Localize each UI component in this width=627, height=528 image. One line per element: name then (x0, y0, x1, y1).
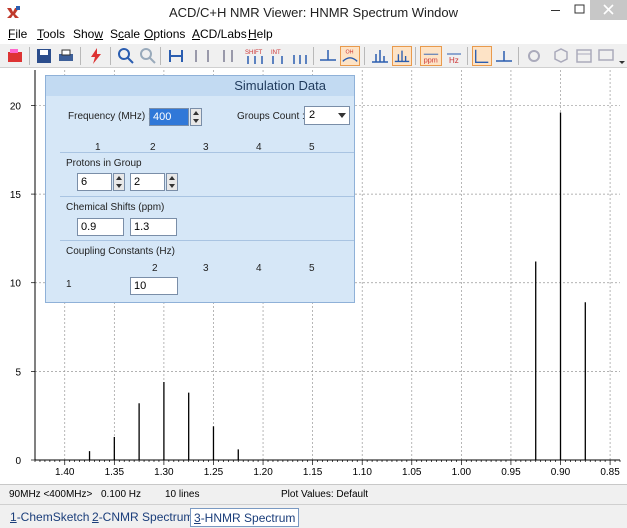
menu-scale[interactable]: Scale (110, 27, 140, 41)
title-bar: ACD/C+H NMR Viewer: HNMR Spectrum Window (0, 0, 627, 26)
frequency-label: Frequency (MHz) : (68, 111, 151, 122)
x-tick-label: 1.20 (253, 467, 273, 478)
coupling-col-5: 5 (309, 263, 315, 274)
structure-link-icon[interactable] (552, 46, 572, 66)
coupling-col-3: 3 (203, 263, 209, 274)
toolbar: SHIFT INT OH ppm Hz (0, 44, 627, 68)
shift-group-2-field[interactable]: 1.3 (130, 218, 177, 236)
flash-icon[interactable] (86, 46, 106, 66)
x-tick-label: 1.30 (154, 467, 174, 478)
expand-icon[interactable] (192, 46, 212, 66)
axis-scale-icon[interactable] (472, 46, 492, 66)
tab-chemsketch[interactable]: 1-ChemSketch (7, 508, 92, 527)
menu-help[interactable]: Help (248, 27, 273, 41)
spectrum-icon[interactable] (370, 46, 390, 66)
coupling-1-2-field[interactable]: 10 (130, 277, 178, 295)
protons-label: Protons in Group (66, 158, 142, 169)
y-tick-label: 5 (15, 367, 21, 378)
table-icon[interactable] (574, 46, 594, 66)
x-tick-label: 1.05 (402, 467, 422, 478)
shift-group-1-field[interactable]: 0.9 (77, 218, 124, 236)
frequency-field[interactable]: 400 (149, 108, 189, 126)
peak-pick-icon[interactable] (318, 46, 338, 66)
x-tick-label: 1.25 (204, 467, 224, 478)
coupling-constants-label: Coupling Constants (Hz) (66, 246, 175, 257)
protons-group-2-field[interactable]: 2 (130, 173, 165, 191)
y-tick-label: 10 (10, 279, 22, 290)
y-tick-label: 0 (15, 456, 21, 467)
simulation-panel-title: Simulation Data (46, 76, 354, 96)
shift-label: SHIFT (245, 50, 263, 56)
coupling-col-4: 4 (256, 263, 262, 274)
y-tick-label: 20 (10, 101, 22, 112)
window-title: ACD/C+H NMR Viewer: HNMR Spectrum Window (168, 5, 459, 20)
hz-label: Hz (449, 56, 459, 65)
divider (60, 240, 354, 241)
x-tick-label: 1.40 (55, 467, 75, 478)
spectrum-overlay-icon[interactable] (392, 46, 412, 66)
x-tick-label: 0.95 (501, 467, 521, 478)
menu-show[interactable]: Show (73, 27, 103, 41)
protons-group-2-stepper[interactable] (166, 173, 178, 191)
close-button[interactable] (590, 0, 627, 20)
x-tick-label: 1.00 (452, 467, 472, 478)
groups-count-select[interactable]: 2 (304, 106, 350, 125)
x-tick-label: 1.10 (352, 467, 372, 478)
coupling-row-1: 1 (66, 279, 72, 290)
chemical-shifts-label: Chemical Shifts (ppm) (66, 202, 165, 213)
x-tick-label: 0.85 (600, 467, 620, 478)
menu-tools[interactable]: Tools (37, 27, 65, 41)
menu-file[interactable]: File (8, 27, 27, 41)
protons-group-1-field[interactable]: 6 (77, 173, 112, 191)
baseline-icon[interactable] (494, 46, 514, 66)
compress-icon[interactable] (218, 46, 238, 66)
groups-count-value: 2 (309, 109, 316, 121)
maximize-button[interactable] (570, 0, 590, 20)
toolbar-overflow-icon[interactable] (617, 46, 627, 66)
simulation-panel: Simulation Data Frequency (MHz) : 400 Gr… (45, 75, 355, 303)
y-tick-label: 15 (10, 190, 22, 201)
status-lines: 10 lines (165, 489, 200, 500)
oh-icon[interactable]: OH (340, 46, 360, 66)
protons-group-1-stepper[interactable] (113, 173, 125, 191)
oh-label: OH (346, 49, 354, 55)
tab-cnmr-spectrum[interactable]: 2-CNMR Spectrum (89, 508, 196, 527)
coupling-col-2: 2 (152, 263, 158, 274)
divider (60, 152, 354, 153)
x-tick-label: 0.90 (551, 467, 571, 478)
ppm-icon[interactable]: ppm (420, 46, 442, 66)
status-bar: 90MHz <400MHz> 0.100 Hz 10 lines Plot Va… (0, 484, 627, 504)
ppm-label: ppm (424, 55, 438, 64)
shift-icon[interactable]: SHIFT (244, 46, 266, 66)
save-icon[interactable] (34, 46, 54, 66)
print-icon[interactable] (56, 46, 76, 66)
x-tick-label: 1.35 (105, 467, 125, 478)
window-tabs: 1-ChemSketch 2-CNMR Spectrum 3-HNMR Spec… (0, 504, 627, 528)
menu-options[interactable]: Options (144, 27, 185, 41)
zoom-in-icon[interactable] (116, 46, 136, 66)
settings-icon[interactable] (524, 46, 544, 66)
integration-icon[interactable]: INT (268, 46, 288, 66)
int-label: INT (271, 50, 281, 56)
status-frequency: 90MHz <400MHz> (9, 489, 93, 500)
status-resolution: 0.100 Hz (101, 489, 142, 500)
chevron-down-icon (338, 113, 346, 118)
tab-hnmr-spectrum[interactable]: 3-HNMR Spectrum (190, 508, 300, 527)
divider (60, 196, 354, 197)
menu-acdlabs[interactable]: ACD/Labs (192, 27, 247, 41)
menu-bar: File Tools Show Scale Options ACD/Labs H… (0, 26, 627, 44)
minimize-button[interactable] (540, 0, 570, 20)
groups-count-label: Groups Count : (237, 111, 305, 122)
frequency-stepper[interactable] (190, 108, 202, 126)
x-tick-label: 1.15 (303, 467, 323, 478)
status-plot-values: Plot Values: Default (281, 489, 369, 500)
hz-icon[interactable]: Hz (444, 46, 464, 66)
multiplet-icon[interactable] (290, 46, 310, 66)
open-icon[interactable] (6, 46, 26, 66)
report-icon[interactable] (596, 46, 616, 66)
full-range-icon[interactable] (166, 46, 186, 66)
zoom-out-icon[interactable] (138, 46, 158, 66)
